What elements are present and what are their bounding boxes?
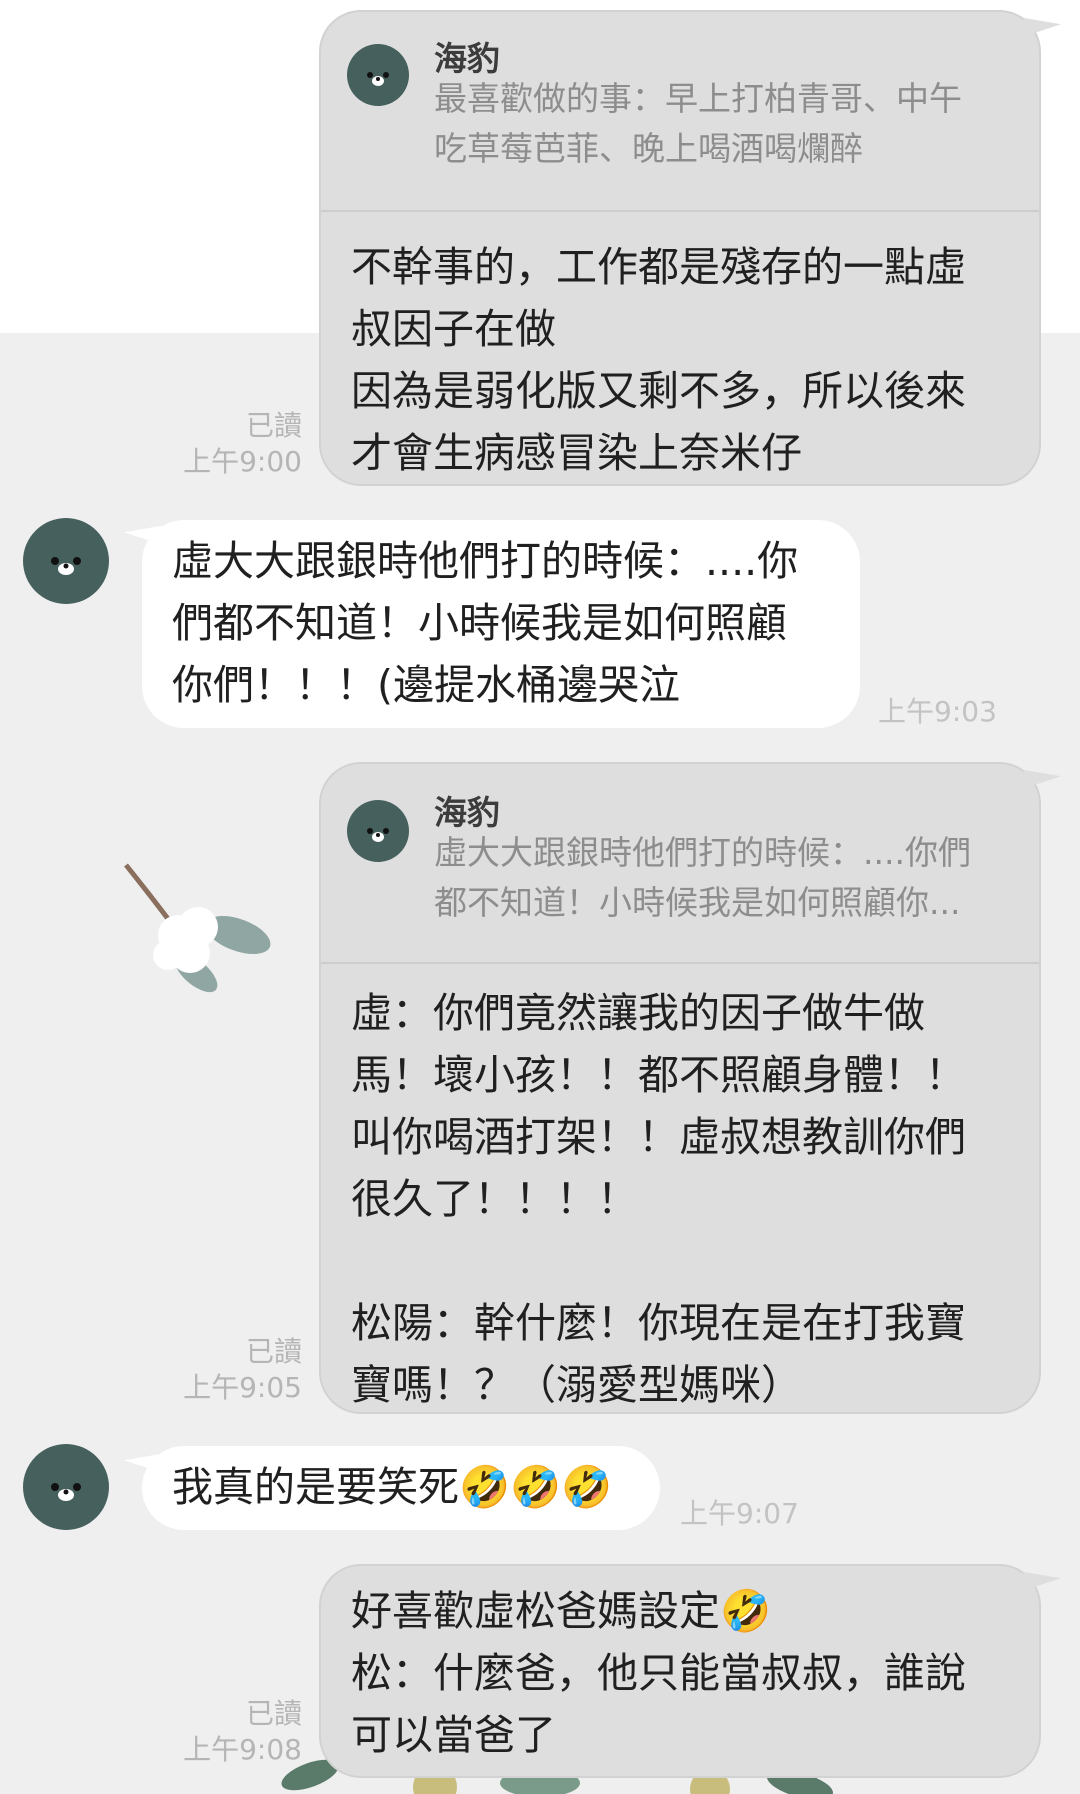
incoming-message-bubble[interactable]: 我真的是要笑死🤣🤣🤣 <box>142 1446 660 1530</box>
outgoing-message-bubble[interactable]: 好喜歡虛松爸媽設定🤣 松：什麼爸，他只能當叔叔，誰說 可以當爸了 <box>319 1564 1041 1778</box>
message-text: 我真的是要笑死🤣🤣🤣 <box>172 1463 613 1511</box>
message-text: 虛：你們竟然讓我的因子做牛做 馬！壞小孩！！都不照顧身體！！ 叫你喝酒打架！！虛… <box>351 989 966 1409</box>
contact-avatar[interactable] <box>23 1444 109 1530</box>
seal-avatar-icon <box>347 44 409 106</box>
message-time: 上午9:03 <box>878 695 997 728</box>
seal-avatar-icon <box>347 800 409 862</box>
reply-quoted-text: 最喜歡做的事：早上打柏青哥、中午 吃草莓芭菲、晚上喝酒喝爛醉 <box>434 79 962 168</box>
read-status: 已讀 <box>245 1697 302 1730</box>
reply-quoted-text: 虛大大跟銀時他們打的時候：....你們 都不知道！小時候我是如何照顧你... <box>434 833 971 922</box>
message-time: 上午9:08 <box>183 1733 302 1766</box>
reply-divider <box>321 962 1039 964</box>
reply-divider <box>321 210 1039 212</box>
reply-sender-name: 海豹 <box>434 39 500 78</box>
bubble-tail <box>1023 1561 1061 1589</box>
message-meta: 已讀 上午9:00 <box>150 408 302 480</box>
message-text: 虛大大跟銀時他們打的時候：....你 們都不知道！小時候我是如何照顧 你們！！！… <box>172 537 799 709</box>
outgoing-message-bubble[interactable]: 海豹 虛大大跟銀時他們打的時候：....你們 都不知道！小時候我是如何照顧你..… <box>319 762 1041 1414</box>
read-status: 已讀 <box>245 1335 302 1368</box>
message-text: 不幹事的，工作都是殘存的一點虛 叔因子在做 因為是弱化版又剩不多，所以後來 才會… <box>351 243 966 477</box>
message-time: 上午9:00 <box>183 445 302 478</box>
reply-sender-name: 海豹 <box>434 793 500 832</box>
incoming-message-bubble[interactable]: 虛大大跟銀時他們打的時候：....你 們都不知道！小時候我是如何照顧 你們！！！… <box>142 520 860 728</box>
bubble-tail <box>1023 759 1061 787</box>
message-time: 上午9:05 <box>183 1371 302 1404</box>
cotton-flower-decoration <box>124 863 271 993</box>
contact-avatar[interactable] <box>23 518 109 604</box>
message-time: 上午9:07 <box>680 1497 799 1530</box>
read-status: 已讀 <box>245 409 302 442</box>
outgoing-message-bubble[interactable]: 海豹 最喜歡做的事：早上打柏青哥、中午 吃草莓芭菲、晚上喝酒喝爛醉 不幹事的，工… <box>319 10 1041 486</box>
message-text: 好喜歡虛松爸媽設定🤣 松：什麼爸，他只能當叔叔，誰說 可以當爸了 <box>351 1587 966 1759</box>
message-meta: 已讀 上午9:05 <box>150 1334 302 1406</box>
message-meta: 已讀 上午9:08 <box>150 1696 302 1768</box>
